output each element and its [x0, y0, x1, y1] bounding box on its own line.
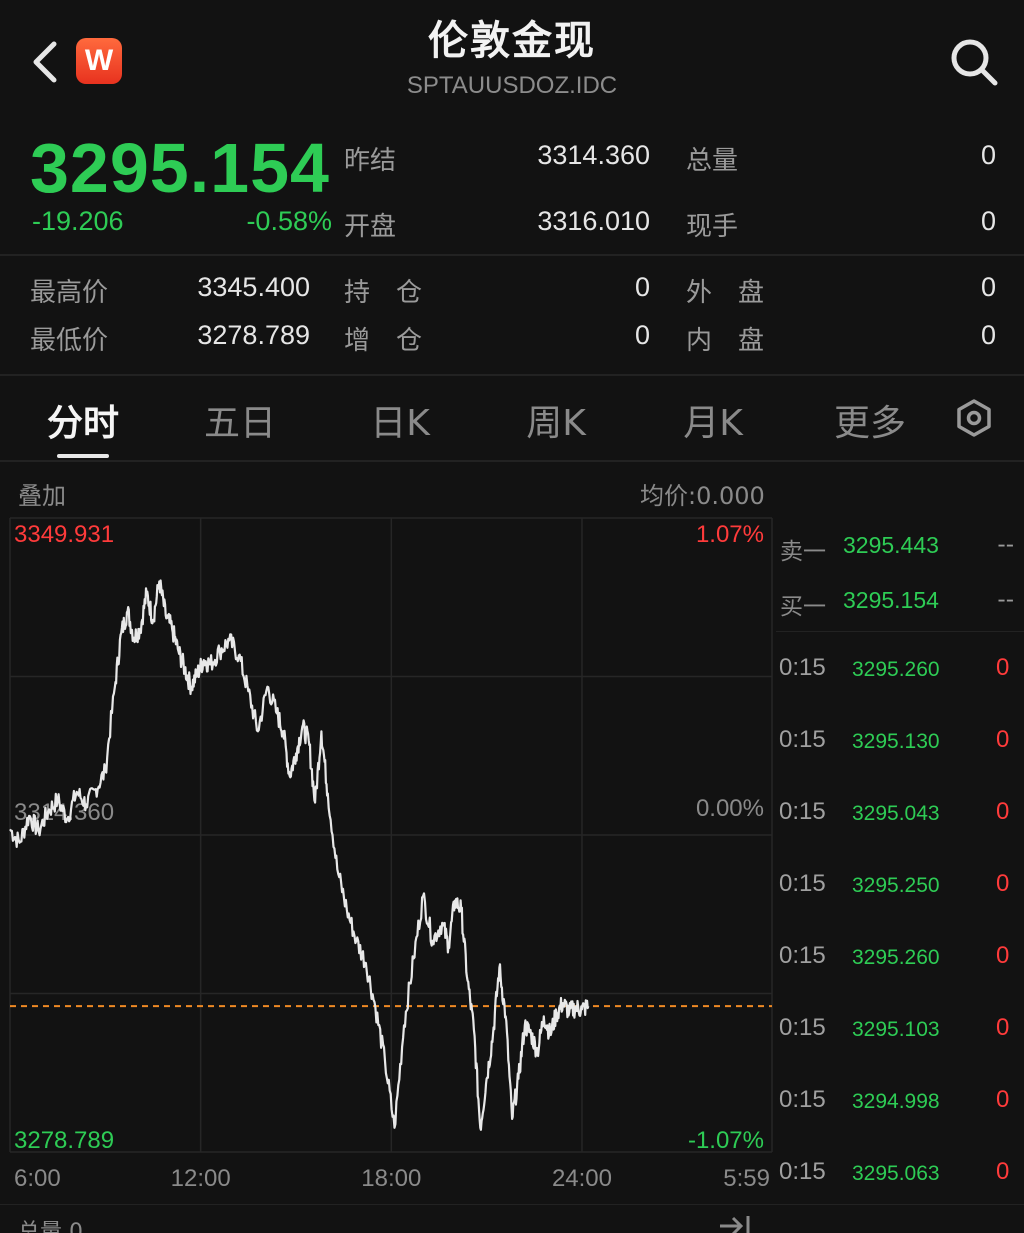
- field-label-oi-change: 增 仓: [344, 326, 423, 356]
- tick-price: 3295.103: [852, 1018, 940, 1041]
- field-label-total-volume: 总量: [686, 146, 739, 176]
- field-value-open: 3316.010: [537, 206, 650, 236]
- field-value-low: 3278.789: [197, 320, 310, 350]
- tab-weekly-k[interactable]: 周K: [496, 394, 616, 446]
- field-label-open-interest: 持 仓: [344, 278, 423, 308]
- tick-time: 0:15: [779, 942, 826, 969]
- field-label-current-lot: 现手: [686, 212, 739, 242]
- field-value-inner: 0: [980, 320, 996, 350]
- bid-label: 买一: [780, 594, 826, 620]
- chevron-left-icon[interactable]: [28, 40, 64, 84]
- total-volume-label: 总量 0: [18, 1220, 83, 1233]
- quote-panel: 3295.154 -19.206 -0.58% 昨结 3314.360 总量 0…: [0, 120, 1024, 375]
- pct-max-label: 1.07%: [696, 521, 764, 548]
- x-tick-label: 5:59: [723, 1165, 770, 1192]
- field-value-total-volume: 0: [980, 140, 996, 170]
- field-label-low: 最低价: [30, 326, 109, 356]
- pct-min-label: -1.07%: [688, 1127, 764, 1154]
- x-tick-label: 6:00: [14, 1165, 61, 1192]
- tick-time: 0:15: [779, 726, 826, 753]
- tick-volume: 0: [996, 654, 1010, 681]
- bid-price: 3295.154: [843, 587, 939, 613]
- tick-volume: 0: [996, 726, 1010, 753]
- tick-price: 3295.043: [852, 802, 940, 825]
- tick-price: 3295.063: [852, 1162, 940, 1185]
- tick-volume: 0: [996, 1014, 1010, 1041]
- tick-volume: 0: [996, 1086, 1010, 1113]
- page-title: 伦敦金现: [428, 18, 596, 64]
- settings-icon[interactable]: [954, 398, 994, 438]
- price-change: -19.206: [32, 206, 124, 236]
- tick-price: 3295.130: [852, 730, 940, 753]
- period-tabs: 分时 五日 日K 周K 月K 更多: [0, 376, 1024, 460]
- ask-price: 3295.443: [843, 532, 939, 558]
- tick-price: 3294.998: [852, 1090, 940, 1113]
- app-logo[interactable]: W: [76, 38, 122, 84]
- app-root: W 伦敦金现 SPTAUUSDOZ.IDC 3295.154 -19.206 -…: [0, 0, 1024, 1233]
- x-tick-label: 18:00: [361, 1165, 421, 1192]
- tab-monthly-k[interactable]: 月K: [653, 394, 773, 446]
- field-value-prev-settle: 3314.360: [537, 140, 650, 170]
- field-label-prev-settle: 昨结: [344, 146, 397, 176]
- divider: [776, 631, 1024, 632]
- y-max-label: 3349.931: [14, 521, 114, 548]
- tick-volume: 0: [996, 870, 1010, 897]
- tick-price: 3295.260: [852, 946, 940, 969]
- x-tick-label: 24:00: [552, 1165, 612, 1192]
- tab-more[interactable]: 更多: [810, 394, 930, 446]
- field-label-open: 开盘: [344, 212, 397, 242]
- field-label-inner: 内 盘: [686, 326, 765, 356]
- tick-time: 0:15: [779, 1158, 826, 1185]
- divider: [0, 1204, 1024, 1205]
- tick-time: 0:15: [779, 654, 826, 681]
- tab-five-day[interactable]: 五日: [180, 394, 300, 446]
- field-value-current-lot: 0: [980, 206, 996, 236]
- field-value-outer: 0: [980, 272, 996, 302]
- search-icon[interactable]: [948, 36, 1000, 88]
- tab-active-indicator: [57, 454, 109, 458]
- ask-label: 卖一: [780, 539, 826, 565]
- last-price: 3295.154: [30, 129, 330, 207]
- ask-volume: --: [997, 532, 1014, 558]
- field-value-oi-change: 0: [634, 320, 650, 350]
- price-change-pct: -0.58%: [246, 206, 332, 236]
- tick-price: 3295.260: [852, 658, 940, 681]
- tab-intraday[interactable]: 分时: [23, 394, 143, 446]
- tick-volume: 0: [996, 798, 1010, 825]
- field-label-outer: 外 盘: [686, 278, 765, 308]
- pct-ref-label: 0.00%: [696, 795, 764, 822]
- tick-volume: 0: [996, 942, 1010, 969]
- tab-daily-k[interactable]: 日K: [340, 394, 460, 446]
- chart-grid: [9, 517, 773, 1153]
- x-tick-label: 12:00: [171, 1165, 231, 1192]
- expand-right-icon[interactable]: [718, 1212, 752, 1233]
- bid-volume: --: [997, 587, 1014, 613]
- divider: [0, 254, 1024, 256]
- tick-volume: 0: [996, 1158, 1010, 1185]
- tick-price: 3295.250: [852, 874, 940, 897]
- header: W 伦敦金现 SPTAUUSDOZ.IDC: [0, 0, 1024, 120]
- price-line: [9, 579, 590, 1131]
- field-value-open-interest: 0: [634, 272, 650, 302]
- field-value-high: 3345.400: [197, 272, 310, 302]
- field-label-high: 最高价: [30, 278, 109, 308]
- tick-time: 0:15: [779, 870, 826, 897]
- page-subtitle: SPTAUUSDOZ.IDC: [406, 72, 618, 99]
- y-min-label: 3278.789: [14, 1127, 114, 1154]
- tick-time: 0:15: [779, 1086, 826, 1113]
- tick-time: 0:15: [779, 798, 826, 825]
- tick-time: 0:15: [779, 1014, 826, 1041]
